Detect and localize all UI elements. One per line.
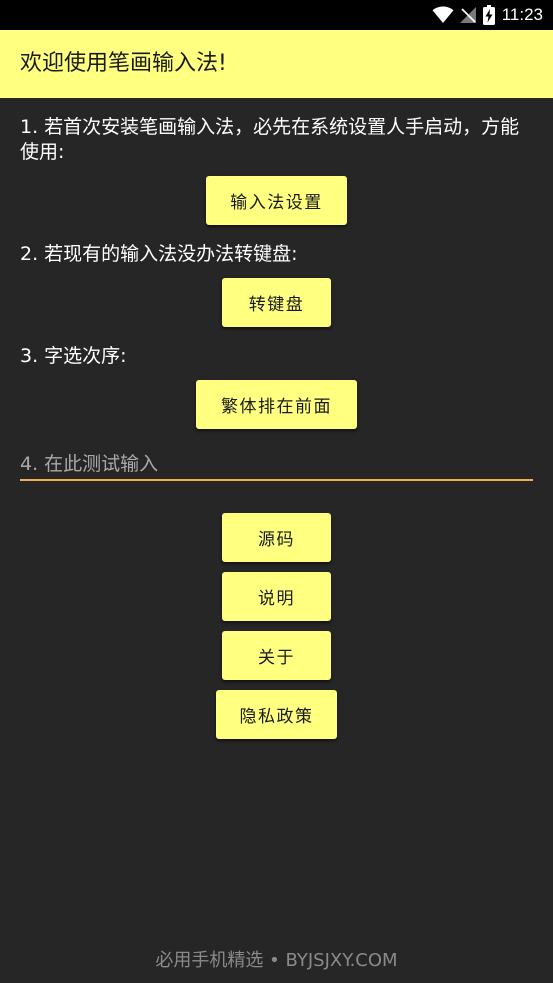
status-icons: 11:23 xyxy=(432,4,543,26)
step3-instruction: 3. 字选次序: xyxy=(20,345,127,367)
status-time: 11:23 xyxy=(501,5,543,24)
app-title: 欢迎使用笔画输入法! xyxy=(20,51,227,76)
battery-charging-icon xyxy=(482,5,495,25)
step2-instruction: 2. 若现有的输入法没办法转键盘: xyxy=(20,243,298,265)
app-bar: 欢迎使用笔画输入法! xyxy=(0,30,553,98)
traditional-first-button[interactable]: 繁体排在前面 xyxy=(196,380,357,429)
no-signal-icon xyxy=(459,6,477,24)
source-code-button[interactable]: 源码 xyxy=(222,513,331,562)
manual-button[interactable]: 说明 xyxy=(222,572,331,621)
ime-settings-button[interactable]: 输入法设置 xyxy=(206,176,347,225)
test-input-field[interactable] xyxy=(20,448,533,481)
privacy-policy-button[interactable]: 隐私政策 xyxy=(216,690,337,739)
about-button[interactable]: 关于 xyxy=(222,631,331,680)
watermark-text: 必用手机精选 • BYJSJXY.COM xyxy=(155,950,398,971)
wifi-icon xyxy=(432,6,454,24)
switch-keyboard-button[interactable]: 转键盘 xyxy=(222,278,331,327)
step1-instruction: 1. 若首次安装笔画输入法，必先在系统设置人手启动，方能使用: xyxy=(20,116,520,163)
status-bar: 11:23 xyxy=(0,0,553,30)
